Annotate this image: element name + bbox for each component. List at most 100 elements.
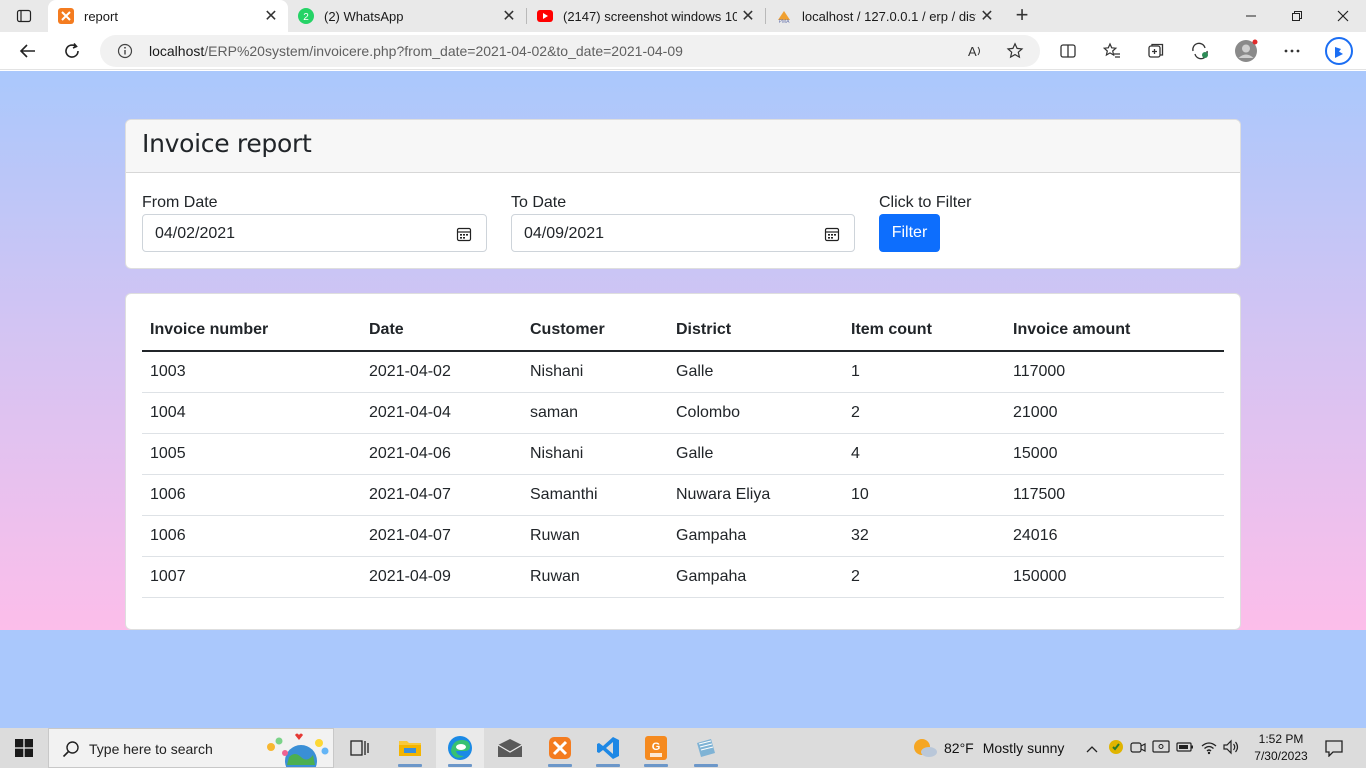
file-explorer-icon[interactable] — [386, 728, 434, 768]
split-screen-icon[interactable] — [1054, 37, 1082, 65]
item-count-cell: 2 — [843, 392, 1005, 434]
calendar-icon[interactable] — [824, 226, 840, 242]
table-row: 1006 2021-04-07 Ruwan Gampaha 32 24016 — [142, 515, 1224, 557]
customer-cell: Samanthi — [522, 474, 668, 516]
url-path: /ERP%20system/invoicere.php?from_date=20… — [204, 43, 683, 59]
invoice-number-cell: 1004 — [142, 392, 361, 434]
invoice-amount-cell: 21000 — [1005, 392, 1224, 434]
read-aloud-icon[interactable]: A — [964, 40, 986, 62]
address-bar[interactable]: localhost/ERP%20system/invoicere.php?fro… — [100, 35, 1040, 67]
battery-icon[interactable] — [1176, 739, 1194, 758]
refresh-icon[interactable] — [58, 37, 86, 65]
minimize-icon[interactable] — [1228, 0, 1274, 32]
invoice-number-cell: 1007 — [142, 556, 361, 598]
start-button[interactable] — [0, 728, 48, 768]
tab-close-icon[interactable]: ✕ — [976, 6, 998, 26]
invoice-amount-cell: 15000 — [1005, 433, 1224, 475]
collections-icon[interactable] — [1142, 37, 1170, 65]
tab-title: (2) WhatsApp — [324, 8, 404, 24]
tab-youtube[interactable]: (2147) screenshot windows 10 - Y ✕ — [527, 0, 765, 32]
from-date-input[interactable]: 04/02/2021 — [142, 214, 487, 252]
district-cell: Gampaha — [668, 556, 843, 598]
invoice-number-cell: 1005 — [142, 433, 361, 475]
profile-avatar-icon[interactable] — [1232, 37, 1260, 65]
date-cell: 2021-04-02 — [361, 351, 522, 393]
column-header: District — [668, 310, 843, 352]
show-hidden-icons-icon[interactable] — [1084, 740, 1100, 756]
svg-text:G: G — [652, 741, 661, 753]
tab-phpmyadmin[interactable]: PMA localhost / 127.0.0.1 / erp / distri… — [766, 0, 1004, 32]
edge-browser-icon[interactable] — [436, 728, 484, 768]
svg-text:PMA: PMA — [779, 19, 791, 24]
svg-text:2: 2 — [303, 12, 309, 23]
tab-whatsapp[interactable]: 2 (2) WhatsApp ✕ — [288, 0, 526, 32]
invoice-amount-cell: 117500 — [1005, 474, 1224, 516]
back-icon[interactable] — [14, 37, 42, 65]
invoice-number-cell: 1006 — [142, 515, 361, 557]
customer-cell: saman — [522, 392, 668, 434]
invoice-number-cell: 1006 — [142, 474, 361, 516]
column-header: Item count — [843, 310, 1005, 352]
svg-text:A: A — [968, 44, 977, 59]
district-cell: Nuwara Eliya — [668, 474, 843, 516]
whatsapp-icon: 2 — [298, 8, 314, 24]
item-count-cell: 1 — [843, 351, 1005, 393]
windows-logo-icon — [15, 739, 33, 757]
tab-close-icon[interactable]: ✕ — [737, 6, 759, 26]
table-row: 1007 2021-04-09 Ruwan Gampaha 2 150000 — [142, 556, 1224, 598]
weather-widget[interactable]: 82°F Mostly sunny — [912, 728, 1064, 768]
notification-center-icon[interactable] — [1318, 728, 1350, 768]
table-header-row: Invoice number Date Customer District It… — [142, 310, 1224, 352]
invoice-amount-cell: 150000 — [1005, 556, 1224, 598]
tab-report[interactable]: report ✕ — [48, 0, 288, 32]
tray-app-icon[interactable] — [1108, 739, 1124, 758]
task-view-icon[interactable] — [336, 728, 384, 768]
xampp-control-icon[interactable] — [536, 728, 584, 768]
search-icon — [62, 741, 79, 758]
filter-card: Invoice report From Date 04/02/2021 To D… — [125, 119, 1241, 269]
meet-now-icon[interactable] — [1130, 739, 1146, 758]
vscode-icon[interactable] — [584, 728, 632, 768]
info-icon[interactable] — [114, 40, 136, 62]
calendar-icon[interactable] — [456, 226, 472, 242]
display-icon[interactable] — [1152, 739, 1170, 758]
invoice-amount-cell: 117000 — [1005, 351, 1224, 393]
more-options-icon[interactable] — [1278, 37, 1306, 65]
tab-close-icon[interactable]: ✕ — [498, 6, 520, 26]
favorites-icon[interactable] — [1098, 37, 1126, 65]
taskbar: Type here to search G 82°F Mostly sunny — [0, 728, 1366, 768]
tab-actions-button[interactable] — [6, 4, 42, 28]
new-tab-icon[interactable]: + — [1010, 3, 1034, 29]
notepad-icon[interactable] — [682, 728, 730, 768]
url-text[interactable]: localhost/ERP%20system/invoicere.php?fro… — [149, 43, 683, 59]
restore-icon[interactable] — [1274, 0, 1320, 32]
date-cell: 2021-04-09 — [361, 556, 522, 598]
column-header: Customer — [522, 310, 668, 352]
bing-chat-icon[interactable] — [1322, 35, 1356, 67]
date-cell: 2021-04-07 — [361, 474, 522, 516]
district-cell: Galle — [668, 433, 843, 475]
pdf-reader-icon[interactable]: G — [632, 728, 680, 768]
taskbar-search-box[interactable]: Type here to search — [48, 728, 334, 768]
search-placeholder: Type here to search — [89, 741, 213, 757]
tab-actions-icon — [16, 9, 32, 23]
to-date-label: To Date — [511, 194, 567, 211]
invoice-table: Invoice number Date Customer District It… — [142, 310, 1224, 598]
wifi-icon[interactable] — [1200, 739, 1218, 758]
filter-label: Click to Filter — [879, 194, 972, 211]
tab-strip: report ✕ 2 (2) WhatsApp ✕ (2147) screens… — [0, 0, 1366, 32]
close-window-icon[interactable] — [1320, 0, 1366, 32]
taskbar-clock[interactable]: 1:52 PM 7/30/2023 — [1248, 731, 1314, 765]
performance-icon[interactable] — [1186, 37, 1214, 65]
filter-button[interactable]: Filter — [879, 214, 940, 252]
favorite-star-icon[interactable] — [1004, 40, 1026, 62]
to-date-input[interactable]: 04/09/2021 — [511, 214, 855, 252]
invoice-amount-cell: 24016 — [1005, 515, 1224, 557]
item-count-cell: 4 — [843, 433, 1005, 475]
mail-icon[interactable] — [486, 728, 534, 768]
tab-close-icon[interactable]: ✕ — [260, 6, 282, 26]
to-date-value: 04/09/2021 — [524, 225, 605, 242]
volume-icon[interactable] — [1222, 739, 1240, 758]
table-row: 1003 2021-04-02 Nishani Galle 1 117000 — [142, 351, 1224, 393]
phpmyadmin-icon: PMA — [776, 8, 792, 25]
